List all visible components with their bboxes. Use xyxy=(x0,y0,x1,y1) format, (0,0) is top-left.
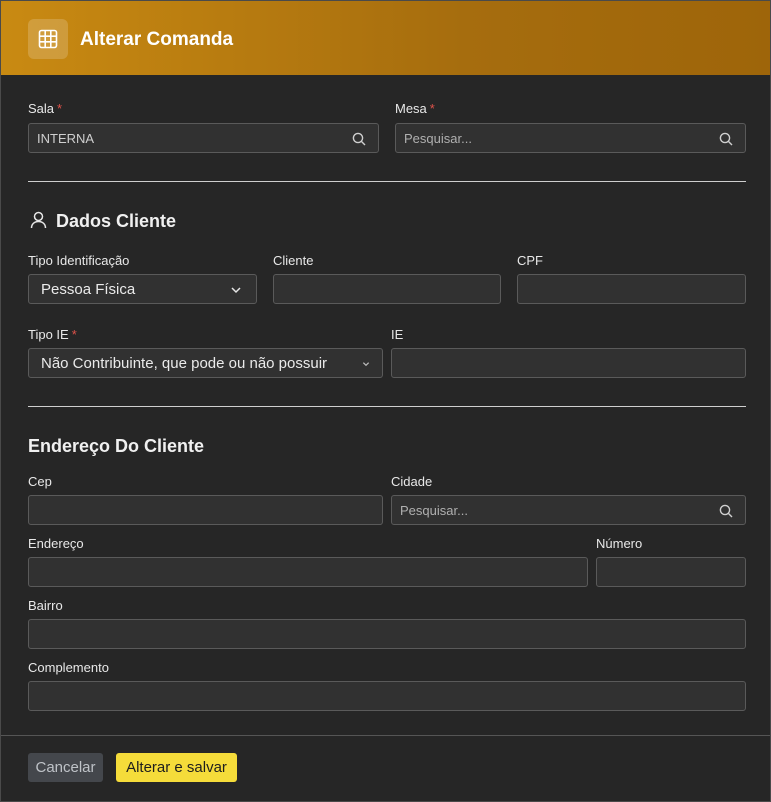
cidade-placeholder: Pesquisar... xyxy=(400,502,468,518)
save-button[interactable]: Alterar e salvar xyxy=(116,753,237,782)
cep-input[interactable] xyxy=(28,495,383,525)
endereco-label: Endereço xyxy=(28,536,84,551)
sala-field[interactable]: INTERNA xyxy=(28,123,379,153)
cliente-label: Cliente xyxy=(273,253,314,268)
cliente-input[interactable] xyxy=(273,274,501,304)
search-icon[interactable] xyxy=(352,132,366,146)
cpf-label: CPF xyxy=(517,253,543,268)
tipo-ie-select[interactable]: Não Contribuinte, que pode ou não possui… xyxy=(28,348,383,378)
tipo-id-label: Tipo Identificação xyxy=(28,253,130,268)
mesa-label: Mesa * xyxy=(395,101,435,116)
sala-value: INTERNA xyxy=(37,130,95,146)
ie-label: IE xyxy=(391,327,404,342)
cancel-button[interactable]: Cancelar xyxy=(28,753,103,782)
tipo-id-select[interactable]: Pessoa Física xyxy=(28,274,257,304)
address-section-title: Endereço Do Cliente xyxy=(28,436,205,456)
bairro-input[interactable] xyxy=(28,619,746,649)
cep-label: Cep xyxy=(28,474,52,489)
cidade-label: Cidade xyxy=(391,474,433,489)
dialog-header: Alterar Comanda xyxy=(1,1,770,75)
client-section-title: Dados Cliente xyxy=(56,211,177,231)
dialog-title: Alterar Comanda xyxy=(80,29,234,50)
search-icon[interactable] xyxy=(719,504,733,518)
cpf-input[interactable] xyxy=(517,274,746,304)
numero-label: Número xyxy=(596,536,643,551)
endereco-input[interactable] xyxy=(28,557,588,587)
tipo-ie-label: Tipo IE * xyxy=(28,327,77,342)
mesa-placeholder: Pesquisar... xyxy=(404,130,472,146)
bairro-label: Bairro xyxy=(28,598,63,613)
tipo-ie-value: Não Contribuinte, que pode ou não possui… xyxy=(41,354,328,372)
tipo-id-value: Pessoa Física xyxy=(41,280,136,298)
edit-order-dialog: Alterar Comanda Sala * INTERNA Mesa * Pesq… xyxy=(0,0,771,802)
numero-input[interactable] xyxy=(596,557,746,587)
mesa-search-input[interactable]: Pesquisar... xyxy=(395,123,746,153)
user-icon xyxy=(30,211,47,229)
complemento-input[interactable] xyxy=(28,681,746,711)
footer-divider xyxy=(1,735,770,736)
cidade-search-input[interactable]: Pesquisar... xyxy=(391,495,746,525)
search-icon[interactable] xyxy=(719,132,733,146)
divider xyxy=(28,406,746,407)
divider xyxy=(28,181,746,182)
sala-label: Sala * xyxy=(28,101,63,116)
ie-input[interactable] xyxy=(391,348,746,378)
chevron-down-icon xyxy=(362,362,370,367)
chevron-down-icon xyxy=(231,287,241,294)
grid-icon xyxy=(28,19,68,59)
complemento-label: Complemento xyxy=(28,660,109,675)
